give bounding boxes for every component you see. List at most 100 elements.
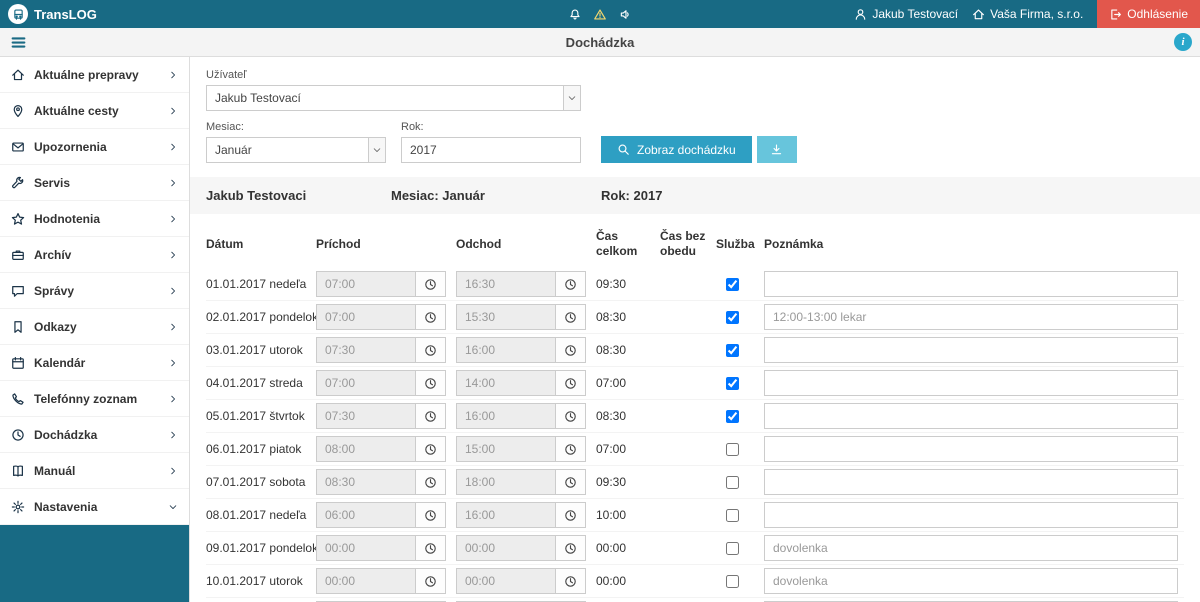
arrival-time-input[interactable] [316,469,416,495]
sidebar-item-aktualne-cesty[interactable]: Aktuálne cesty [0,93,189,129]
departure-time-input[interactable] [456,271,556,297]
sidebar-item-label: Kalendár [34,355,86,370]
sidebar-item-manual[interactable]: Manuál [0,453,189,489]
note-input[interactable] [764,304,1178,330]
bell-icon[interactable] [569,8,582,21]
departure-clock-button[interactable] [556,271,586,297]
arrival-time-input[interactable] [316,568,416,594]
arrival-clock-button[interactable] [416,535,446,561]
arrival-clock-button[interactable] [416,304,446,330]
hamburger-menu-button[interactable] [10,34,27,51]
warning-icon[interactable] [594,8,607,21]
departure-time-input[interactable] [456,502,556,528]
departure-clock-button[interactable] [556,304,586,330]
note-input[interactable] [764,403,1178,429]
summary-name: Jakub Testovaci [206,188,307,203]
arrival-cell [316,502,456,528]
departure-time-input[interactable] [456,304,556,330]
arrival-time-input[interactable] [316,304,416,330]
service-checkbox[interactable] [726,541,739,555]
sidebar-item-servis[interactable]: Servis [0,165,189,201]
brand[interactable]: TransLOG [8,4,97,24]
departure-time-input[interactable] [456,337,556,363]
service-checkbox[interactable] [726,310,739,324]
service-cell [716,475,764,489]
user-select[interactable]: Jakub Testovací [206,85,581,111]
departure-cell [456,403,596,429]
service-checkbox[interactable] [726,508,739,522]
arrival-clock-button[interactable] [416,469,446,495]
download-button[interactable] [756,136,797,163]
departure-clock-button[interactable] [556,502,586,528]
sidebar-item-nastavenia[interactable]: Nastavenia [0,489,189,525]
departure-time-input[interactable] [456,370,556,396]
header-total: Čas celkom [596,229,638,258]
month-select[interactable]: Január [206,137,386,163]
logout-button[interactable]: Odhlásenie [1097,0,1200,28]
sidebar-item-archiv[interactable]: Archív [0,237,189,273]
departure-time-input[interactable] [456,568,556,594]
topbar-company[interactable]: Vaša Firma, s.r.o. [972,7,1083,21]
service-checkbox[interactable] [726,343,739,357]
arrival-time-input[interactable] [316,436,416,462]
year-input[interactable] [401,137,581,163]
service-checkbox[interactable] [726,277,739,291]
arrival-time-input[interactable] [316,271,416,297]
show-attendance-button[interactable]: Zobraz dochádzku [601,136,752,163]
service-checkbox[interactable] [726,574,739,588]
sidebar-item-kalendar[interactable]: Kalendár [0,345,189,381]
arrival-time-input[interactable] [316,370,416,396]
show-attendance-label: Zobraz dochádzku [637,142,736,157]
sidebar-item-aktualne-prepravy[interactable]: Aktuálne prepravy [0,57,189,93]
departure-time-input[interactable] [456,535,556,561]
note-input[interactable] [764,370,1178,396]
arrival-time-input[interactable] [316,502,416,528]
info-button[interactable]: i [1174,33,1192,51]
arrival-clock-button[interactable] [416,337,446,363]
arrival-clock-button[interactable] [416,436,446,462]
note-input[interactable] [764,535,1178,561]
arrival-time-input[interactable] [316,403,416,429]
arrival-time-input[interactable] [316,535,416,561]
service-cell [716,310,764,324]
departure-time-input[interactable] [456,403,556,429]
service-checkbox[interactable] [726,376,739,390]
arrival-clock-button[interactable] [416,370,446,396]
departure-clock-button[interactable] [556,370,586,396]
departure-clock-button[interactable] [556,403,586,429]
arrival-clock-button[interactable] [416,403,446,429]
topbar-user[interactable]: Jakub Testovací [854,7,958,21]
note-input[interactable] [764,502,1178,528]
service-checkbox[interactable] [726,409,739,423]
arrival-clock-button[interactable] [416,502,446,528]
sub-bar: Dochádzka i [0,28,1200,57]
departure-clock-button[interactable] [556,337,586,363]
departure-time-input[interactable] [456,436,556,462]
departure-clock-button[interactable] [556,436,586,462]
arrival-clock-button[interactable] [416,568,446,594]
chevron-right-icon [168,430,178,440]
note-input[interactable] [764,337,1178,363]
sidebar-item-spravy[interactable]: Správy [0,273,189,309]
month-filter: Mesiac: Január [206,121,386,163]
arrival-time-input[interactable] [316,337,416,363]
summary-month: Mesiac: Január [391,188,485,203]
speaker-icon[interactable] [619,8,632,21]
departure-clock-button[interactable] [556,535,586,561]
sidebar-item-upozornenia[interactable]: Upozornenia [0,129,189,165]
sidebar-item-label: Manuál [34,463,76,478]
departure-clock-button[interactable] [556,568,586,594]
arrival-clock-button[interactable] [416,271,446,297]
sidebar-item-telefonny-zoznam[interactable]: Telefónny zoznam [0,381,189,417]
sidebar-item-hodnotenia[interactable]: Hodnotenia [0,201,189,237]
sidebar-item-dochadzka[interactable]: Dochádzka [0,417,189,453]
sidebar-item-odkazy[interactable]: Odkazy [0,309,189,345]
note-input[interactable] [764,436,1178,462]
note-input[interactable] [764,469,1178,495]
departure-time-input[interactable] [456,469,556,495]
service-checkbox[interactable] [726,442,739,456]
note-input[interactable] [764,568,1178,594]
service-checkbox[interactable] [726,475,739,489]
departure-clock-button[interactable] [556,469,586,495]
note-input[interactable] [764,271,1178,297]
